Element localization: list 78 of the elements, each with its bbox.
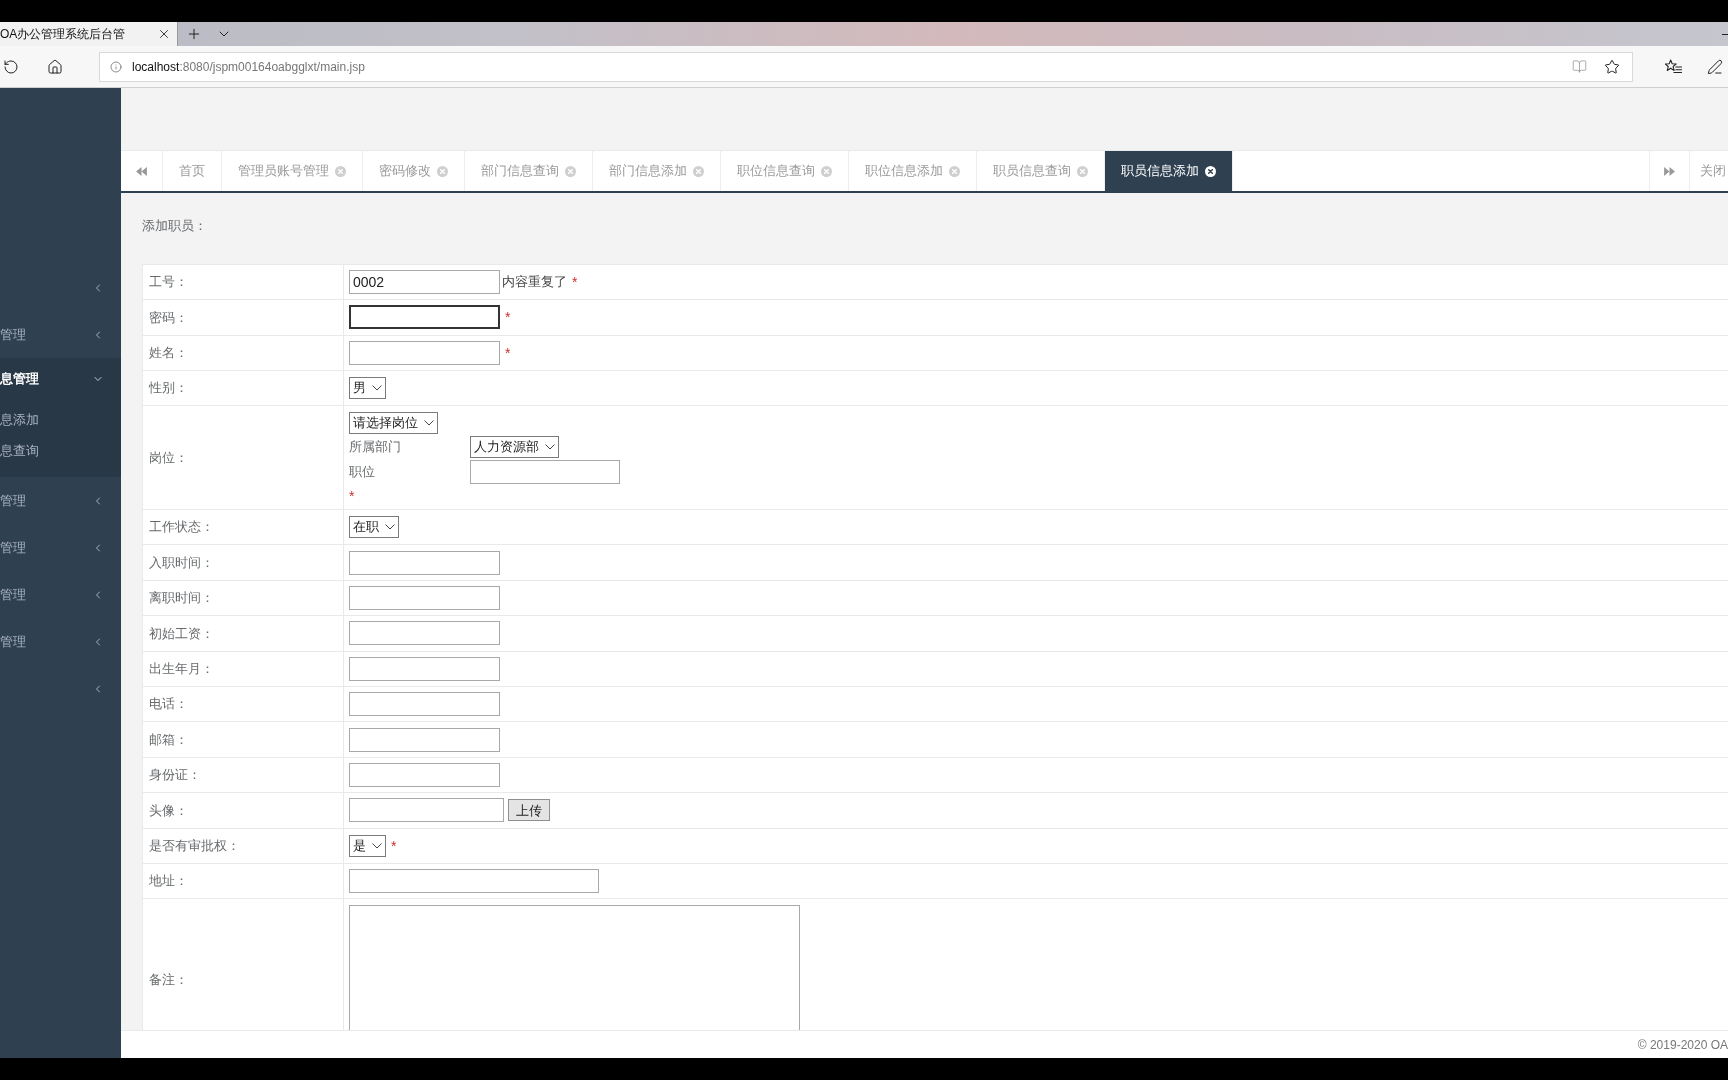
new-tab-icon[interactable] (186, 26, 202, 42)
text-input[interactable] (349, 305, 500, 330)
close-tabs-button[interactable]: 关闭 (1689, 151, 1728, 191)
field-label: 是否有审批权： (149, 836, 240, 855)
field-label: 性别： (149, 379, 188, 398)
copyright-text: © 2019-2020 OA (1637, 1036, 1728, 1054)
browser-tab-title: OA办公管理系统后台管 (0, 26, 126, 43)
text-input[interactable] (349, 621, 500, 646)
chevron-down-icon (372, 842, 382, 849)
required-asterisk: * (572, 275, 578, 290)
chevron-down-icon (372, 384, 382, 391)
text-input[interactable] (349, 727, 500, 752)
text-input[interactable] (349, 585, 500, 610)
form-title: 添加职员： (142, 217, 208, 235)
rewind-icon (136, 166, 147, 176)
text-input[interactable] (349, 762, 500, 787)
field-label: 邮箱： (149, 730, 188, 749)
chevron-down-icon (385, 524, 395, 531)
required-asterisk: * (391, 838, 397, 853)
text-input[interactable] (349, 656, 500, 681)
file-path-field[interactable] (349, 798, 504, 823)
sidebar-item-label[interactable]: 管理 (0, 537, 26, 558)
text-input[interactable]: 0002 (349, 270, 500, 295)
close-icon[interactable] (1205, 165, 1216, 177)
text-input[interactable] (349, 692, 500, 717)
dropdown[interactable]: 男 (349, 376, 386, 399)
browser-tab[interactable]: OA办公管理系统后台管 (0, 22, 178, 46)
chevron-down-icon (424, 420, 434, 426)
field-label: 初始工资： (149, 624, 214, 643)
field-label: 岗位： (149, 448, 188, 467)
star-icon[interactable] (1604, 58, 1620, 75)
required-asterisk: * (349, 489, 355, 503)
field-label: 头像： (149, 801, 188, 820)
field-label: 密码： (149, 308, 188, 327)
required-asterisk: * (505, 345, 511, 360)
field-label: 工号： (149, 273, 188, 292)
upload-button[interactable]: 上传 (508, 799, 550, 822)
field-label: 入职时间： (149, 553, 214, 572)
field-label: 出生年月： (149, 660, 214, 678)
sidebar-subitem[interactable]: 息查询 (0, 435, 121, 466)
field-label: 地址： (149, 872, 188, 891)
sidebar-item-label[interactable]: 管理 (0, 324, 26, 345)
field-label: 身份证： (149, 766, 201, 785)
dropdown[interactable]: 人力资源部 (470, 436, 559, 458)
refresh-icon[interactable] (3, 58, 19, 75)
required-asterisk: * (505, 310, 511, 325)
dropdown[interactable]: 是 (349, 834, 386, 857)
dropdown[interactable]: 请选择岗位 (349, 412, 438, 434)
text-input[interactable] (349, 340, 500, 365)
field-label: 工作状态： (149, 518, 214, 537)
text-input[interactable] (470, 460, 620, 484)
sidebar-subitem[interactable]: 息添加 (0, 404, 121, 435)
field-label: 备注： (149, 971, 188, 990)
sidebar-item[interactable]: 息管理 (0, 358, 121, 400)
reading-view-icon[interactable] (1572, 59, 1587, 74)
home-icon[interactable] (47, 58, 63, 75)
url-text: localhost:8080/jspm00164oabgglxt/main.jsp (132, 58, 365, 76)
field-label: 电话： (149, 695, 188, 714)
info-icon (110, 60, 122, 73)
field-label: 职位 (349, 463, 376, 482)
text-input[interactable] (349, 550, 500, 575)
page-tab[interactable]: 职员信息添加 (1105, 151, 1233, 191)
favorites-list-icon[interactable] (1665, 59, 1682, 74)
close-icon[interactable] (157, 27, 171, 41)
sidebar-item-label[interactable]: 管理 (0, 584, 26, 605)
field-label: 姓名： (149, 343, 188, 362)
sidebar-item-label[interactable]: 管理 (0, 490, 26, 511)
dropdown[interactable]: 在职 (349, 516, 399, 539)
chevron-down-icon (545, 444, 555, 450)
pen-icon[interactable] (1707, 58, 1723, 75)
validation-message: 内容重复了 (502, 273, 567, 292)
sidebar-item-label[interactable]: 管理 (0, 631, 26, 652)
field-label: 所属部门 (349, 438, 402, 457)
text-input[interactable] (349, 869, 599, 894)
minimize-icon[interactable] (1722, 33, 1728, 35)
fast-forward-icon (1664, 166, 1675, 176)
field-label: 离职时间： (149, 589, 214, 608)
address-bar[interactable]: localhost:8080/jspm00164oabgglxt/main.jsp (99, 51, 1633, 82)
